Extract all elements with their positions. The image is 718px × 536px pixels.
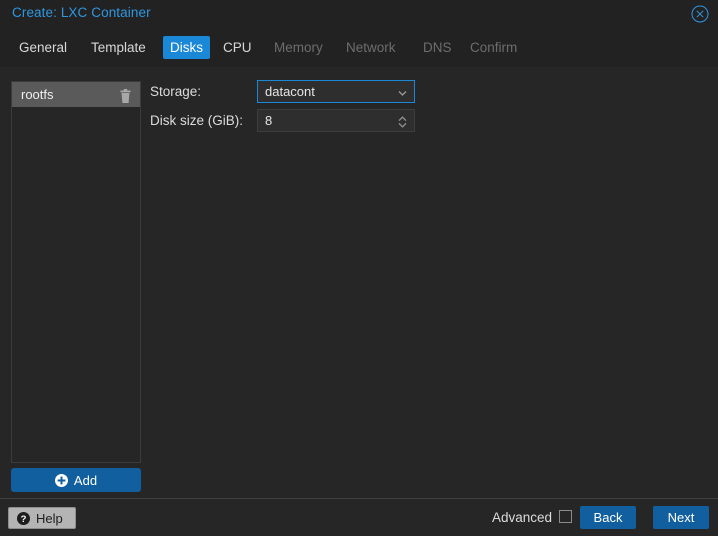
dialog-footer: ? Help Advanced Back Next xyxy=(0,498,718,536)
tab-network[interactable]: Network xyxy=(339,36,403,59)
tab-confirm[interactable]: Confirm xyxy=(463,36,524,59)
tab-disks[interactable]: Disks xyxy=(163,36,210,59)
storage-value: datacont xyxy=(265,84,315,99)
disk-size-input[interactable]: 8 xyxy=(257,109,415,132)
storage-select[interactable]: datacont xyxy=(257,80,415,103)
tab-cpu[interactable]: CPU xyxy=(216,36,259,59)
disk-size-value: 8 xyxy=(265,113,273,128)
spinner-updown-icon[interactable] xyxy=(396,114,409,128)
help-button[interactable]: ? Help xyxy=(8,507,76,529)
disk-size-label: Disk size (GiB): xyxy=(150,113,244,128)
plus-circle-icon xyxy=(54,473,68,487)
tab-template[interactable]: Template xyxy=(84,36,153,59)
advanced-checkbox[interactable] xyxy=(559,510,572,523)
close-icon[interactable] xyxy=(690,4,710,24)
next-button[interactable]: Next xyxy=(653,506,709,529)
chevron-down-icon[interactable] xyxy=(396,85,409,99)
tab-memory[interactable]: Memory xyxy=(267,36,330,59)
trash-icon[interactable] xyxy=(119,87,132,103)
dialog-title: Create: LXC Container xyxy=(12,5,151,20)
advanced-label: Advanced xyxy=(491,510,552,525)
dialog-header: Create: LXC Container xyxy=(0,0,718,29)
question-circle-icon: ? xyxy=(17,511,30,525)
back-button[interactable]: Back xyxy=(580,506,636,529)
disk-list-panel: rootfs xyxy=(11,81,141,463)
add-disk-label: Add xyxy=(73,472,98,488)
list-item[interactable]: rootfs xyxy=(12,82,140,107)
storage-label: Storage: xyxy=(150,84,202,99)
help-label: Help xyxy=(36,510,63,526)
list-item-label: rootfs xyxy=(21,87,54,102)
tab-bar: General Template Disks CPU Memory Networ… xyxy=(0,29,718,68)
tab-general[interactable]: General xyxy=(12,36,74,59)
dialog-body: rootfs Add Storage: datacont Disk size (… xyxy=(0,67,718,497)
add-disk-button[interactable]: Add xyxy=(11,468,141,492)
tab-dns[interactable]: DNS xyxy=(416,36,459,59)
svg-text:?: ? xyxy=(21,514,27,525)
create-lxc-container-dialog: Create: LXC Container General Template D… xyxy=(0,0,718,536)
